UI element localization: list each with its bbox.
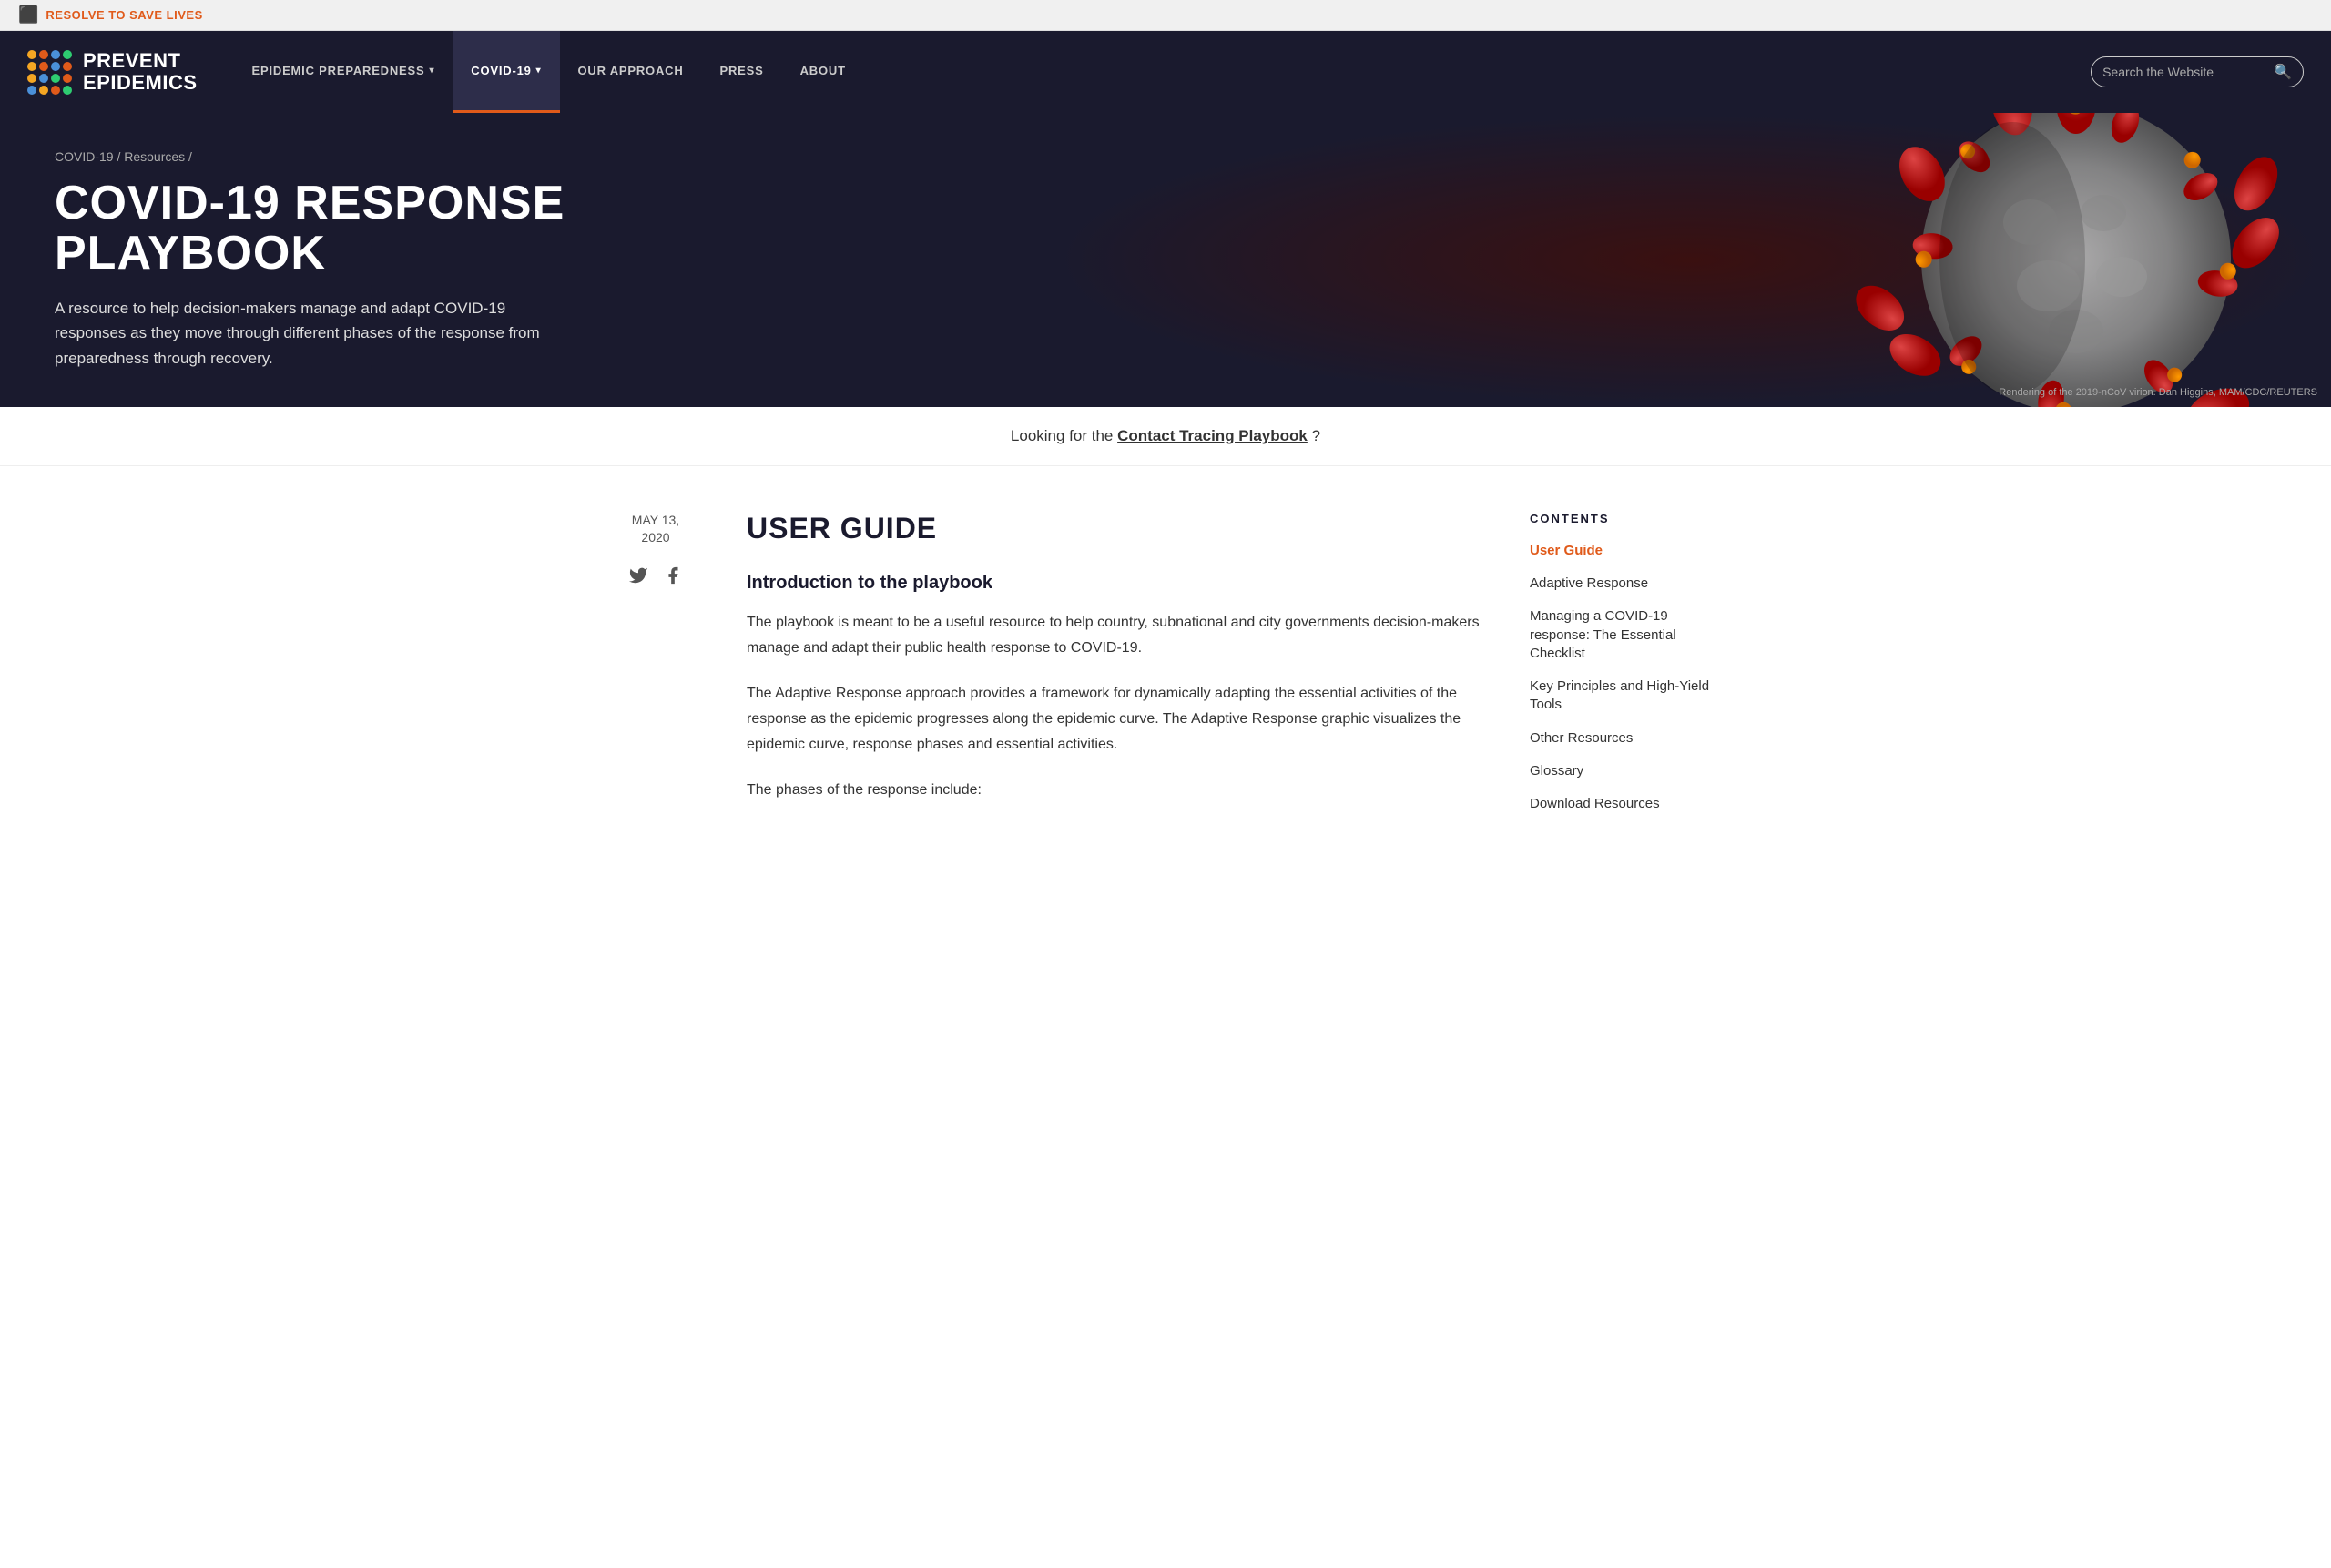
dropdown-arrow: ▾ xyxy=(429,66,434,76)
toc-item[interactable]: Glossary xyxy=(1530,762,1730,780)
search-input[interactable] xyxy=(2102,65,2266,79)
logo-dots xyxy=(27,50,72,95)
logo-dot xyxy=(63,86,72,95)
logo-dot xyxy=(27,50,36,59)
toc-items: User Guide Adaptive Response Managing a CO… xyxy=(1530,542,1730,814)
toc-item[interactable]: Managing a COVID-19 response: The Essent… xyxy=(1530,607,1730,663)
search-button[interactable]: 🔍 xyxy=(2274,63,2292,81)
dropdown-arrow: ▾ xyxy=(536,66,542,76)
logo-dot xyxy=(63,62,72,71)
article-intro-subtitle: Introduction to the playbook xyxy=(747,573,1493,594)
logo-dot xyxy=(27,74,36,83)
logo-dot xyxy=(63,50,72,59)
search-box: 🔍 xyxy=(2091,56,2304,87)
logo-link[interactable]: PREVENT EPIDEMICS xyxy=(27,50,198,95)
toc-item[interactable]: Download Resources xyxy=(1530,795,1730,813)
nav-links: EPIDEMIC PREPAREDNESS ▾ COVID-19 ▾ OUR A… xyxy=(234,31,2092,113)
main-nav: PREVENT EPIDEMICS EPIDEMIC PREPAREDNESS … xyxy=(0,31,2331,113)
logo-dot xyxy=(51,86,60,95)
nav-epidemic-preparedness[interactable]: EPIDEMIC PREPAREDNESS ▾ xyxy=(234,31,453,113)
hero-image-caption: Rendering of the 2019-nCoV virion. Dan H… xyxy=(1999,387,2317,398)
toc-item[interactable]: Adaptive Response xyxy=(1530,575,1730,593)
virus-image xyxy=(1794,113,2331,407)
social-icons xyxy=(601,565,710,591)
breadcrumb: COVID-19 / Resources / xyxy=(55,149,583,164)
hero-section: COVID-19 / Resources / COVID-19 RESPONSE… xyxy=(0,113,2331,407)
page-title: COVID-19 RESPONSE PLAYBOOK xyxy=(55,178,583,278)
logo-dot xyxy=(51,50,60,59)
hero-content: COVID-19 / Resources / COVID-19 RESPONSE… xyxy=(0,113,637,407)
hero-description: A resource to help decision-makers manag… xyxy=(55,296,565,371)
nav-our-approach[interactable]: OUR APPROACH xyxy=(560,31,702,113)
top-bar-text: RESOLVE TO SAVE LIVES xyxy=(46,8,202,22)
main-layout: MAY 13,2020 USER GUIDE Introduction to t… xyxy=(574,466,1757,874)
toc-item[interactable]: Key Principles and High-Yield Tools xyxy=(1530,677,1730,715)
logo-dot xyxy=(39,62,48,71)
logo-dot xyxy=(39,86,48,95)
top-bar: ⬛ RESOLVE TO SAVE LIVES xyxy=(0,0,2331,31)
logo-text: PREVENT EPIDEMICS xyxy=(83,50,198,94)
article-para-2: The Adaptive Response approach provides … xyxy=(747,681,1493,758)
logo-dot xyxy=(39,74,48,83)
article-para-1: The playbook is meant to be a useful res… xyxy=(747,610,1493,661)
nav-press[interactable]: PRESS xyxy=(702,31,782,113)
nav-about[interactable]: ABOUT xyxy=(782,31,864,113)
resolve-icon: ⬛ xyxy=(18,5,38,25)
toc-sidebar: CONTENTS User Guide Adaptive Response Mana… xyxy=(1530,512,1730,829)
contact-tracing-link[interactable]: Contact Tracing Playbook xyxy=(1117,427,1308,444)
toc-title: CONTENTS xyxy=(1530,512,1730,525)
logo-dot xyxy=(39,50,48,59)
article-para-3: The phases of the response include: xyxy=(747,778,1493,803)
toc-item[interactable]: User Guide xyxy=(1530,542,1730,560)
article-section-title: USER GUIDE xyxy=(747,512,1493,545)
twitter-icon[interactable] xyxy=(628,565,648,591)
date-sidebar: MAY 13,2020 xyxy=(601,512,710,829)
nav-covid19[interactable]: COVID-19 ▾ xyxy=(453,31,559,113)
article-date: MAY 13,2020 xyxy=(601,512,710,547)
logo-dot xyxy=(51,62,60,71)
article-content: USER GUIDE Introduction to the playbook … xyxy=(747,512,1493,829)
logo-dot xyxy=(63,74,72,83)
contact-tracing-bar: Looking for the Contact Tracing Playbook… xyxy=(0,407,2331,466)
facebook-icon[interactable] xyxy=(663,565,683,591)
logo-dot xyxy=(27,86,36,95)
hero-image xyxy=(1049,113,2331,407)
logo-dot xyxy=(51,74,60,83)
toc-item[interactable]: Other Resources xyxy=(1530,729,1730,748)
logo-dot xyxy=(27,62,36,71)
